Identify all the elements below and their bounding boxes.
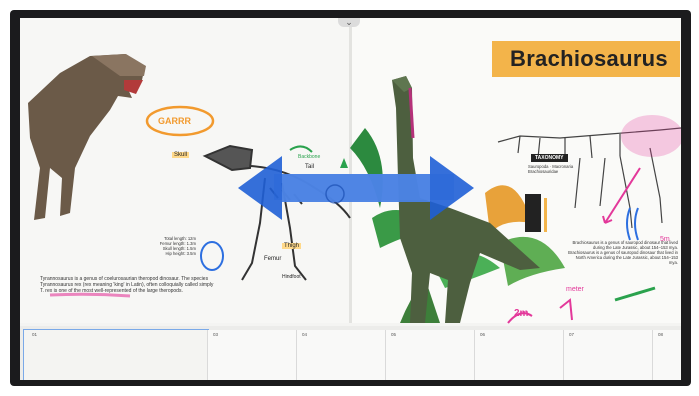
pink-highlight bbox=[49, 292, 131, 298]
tail-label: Tail bbox=[305, 164, 315, 170]
skull-label: Skull bbox=[172, 152, 190, 158]
thumbnail-number: 04 bbox=[302, 332, 308, 337]
thumbnail-page-3[interactable] bbox=[208, 330, 297, 380]
thumbnail-number: 05 bbox=[391, 332, 397, 337]
green-line-annotation bbox=[614, 286, 656, 302]
garrr-label: GARRR bbox=[158, 116, 191, 126]
pink-ring-annotation bbox=[621, 115, 681, 157]
thumbnail-page-8[interactable] bbox=[653, 330, 681, 380]
thumbnail-number: 03 bbox=[213, 332, 219, 337]
thigh-label: Thigh bbox=[282, 243, 302, 249]
blue-bracket-annotation bbox=[626, 207, 639, 241]
pink-handwriting bbox=[559, 298, 573, 321]
thumbnail-page-7[interactable] bbox=[564, 330, 653, 380]
brachio-description: Brachiosaurus is a genus of sauropod din… bbox=[568, 240, 678, 265]
whiteboard-screen: ⌄ Brachiosaurus GARRR Skull Tail Backbon… bbox=[20, 18, 681, 380]
handwriting-2m: 2m bbox=[514, 308, 529, 319]
backbone-label: Backbone bbox=[298, 154, 321, 160]
trex-description: Tyrannosaurus is a genus of coelurosauri… bbox=[40, 276, 214, 294]
thumbnail-page-1[interactable] bbox=[23, 329, 209, 380]
trex-illustration bbox=[28, 54, 146, 220]
thumbnail-number: 01 bbox=[32, 332, 38, 337]
thumbnail-page-4[interactable] bbox=[297, 330, 386, 380]
blue-ring-annotation bbox=[200, 241, 224, 271]
thumbnail-number: 08 bbox=[658, 332, 664, 337]
femur-label: Femur bbox=[264, 256, 282, 262]
thumbnail-number: 06 bbox=[480, 332, 486, 337]
thumbnail-number: 07 bbox=[569, 332, 575, 337]
double-arrow-icon bbox=[238, 156, 474, 220]
thumbnail-page-5[interactable] bbox=[386, 330, 475, 380]
taxonomy-line: Brachiosauridae bbox=[528, 169, 559, 174]
thumbnail-page-6[interactable] bbox=[475, 330, 564, 380]
taxonomy-figure bbox=[525, 194, 541, 232]
stats-block: Total length: 12m Femur length: 1.3m Sku… bbox=[144, 236, 196, 256]
green-leaf-doodle bbox=[340, 158, 348, 168]
taxonomy-bar bbox=[544, 198, 547, 232]
green-doodle bbox=[289, 145, 313, 153]
foot-label: Hindfoot bbox=[282, 274, 301, 280]
taxonomy-label: TAXONOMY bbox=[531, 154, 568, 162]
handwriting-5m: 5m bbox=[660, 236, 670, 243]
stat-line: Hip height: 3.5m bbox=[165, 251, 197, 256]
handwriting-meter: meter bbox=[566, 286, 584, 293]
pink-arrow-annotation bbox=[604, 167, 641, 224]
taxonomy-lines: Sauropoda · Macronaria Brachiosauridae bbox=[528, 164, 578, 174]
